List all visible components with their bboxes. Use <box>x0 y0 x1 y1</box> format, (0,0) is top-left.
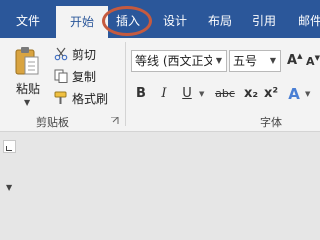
underline-button[interactable]: U <box>180 84 194 104</box>
underline-dropdown-icon[interactable]: ▼ <box>199 90 204 98</box>
bold-button[interactable]: B <box>134 84 148 104</box>
copy-button[interactable]: 复制 <box>54 66 96 86</box>
vertical-ruler-toggle-icon[interactable]: ▼ <box>6 183 12 192</box>
paste-dropdown-icon[interactable]: ▼ <box>24 98 30 107</box>
ribbon-tab-bar: 文件 开始 插入 设计 布局 引用 邮件 <box>0 0 320 38</box>
italic-button[interactable]: I <box>157 84 171 104</box>
strikethrough-button[interactable]: abc <box>212 84 238 104</box>
paste-icon[interactable] <box>14 45 40 81</box>
group-divider <box>125 42 126 126</box>
subscript-button[interactable]: x₂ <box>242 84 260 104</box>
clipboard-group-label: 剪贴板 <box>36 116 69 129</box>
tab-mailings[interactable]: 邮件 <box>290 0 320 38</box>
grow-font-button[interactable]: A▲ <box>287 51 302 71</box>
ribbon-home: 粘贴 ▼ 剪切 复制 格式刷 剪贴板 等线 (西文正文 ▼ 五号 ▼ A▲ A▼… <box>0 38 320 132</box>
cut-button[interactable]: 剪切 <box>54 44 96 64</box>
tab-references[interactable]: 引用 <box>244 0 284 38</box>
paste-button-label[interactable]: 粘贴 <box>16 80 40 97</box>
copy-label: 复制 <box>72 69 97 84</box>
format-painter-label: 格式刷 <box>72 91 109 106</box>
text-effects-dropdown-icon[interactable]: ▼ <box>305 90 310 98</box>
font-size-combobox[interactable]: 五号 ▼ <box>229 50 281 72</box>
text-effects-button[interactable]: A <box>286 84 302 104</box>
font-group-label: 字体 <box>260 116 282 129</box>
format-painter-icon <box>54 91 67 104</box>
tab-home[interactable]: 开始 <box>56 6 108 38</box>
tab-design[interactable]: 设计 <box>155 0 195 38</box>
font-size-value: 五号 <box>233 54 258 68</box>
superscript-button[interactable]: x² <box>262 84 280 104</box>
font-size-dropdown-icon[interactable]: ▼ <box>266 52 280 70</box>
font-name-combobox[interactable]: 等线 (西文正文 ▼ <box>131 50 227 72</box>
tab-layout[interactable]: 布局 <box>200 0 240 38</box>
font-name-dropdown-icon[interactable]: ▼ <box>212 52 226 70</box>
copy-icon <box>54 69 68 83</box>
dialog-launcher-icon[interactable] <box>111 117 119 125</box>
tab-file[interactable]: 文件 <box>0 0 56 38</box>
scissors-icon <box>54 47 68 61</box>
format-painter-button[interactable]: 格式刷 <box>54 88 108 108</box>
cut-label: 剪切 <box>72 47 97 62</box>
font-name-value: 等线 (西文正文 <box>135 54 216 68</box>
shrink-font-button[interactable]: A▼ <box>306 52 320 72</box>
left-tab-stop-icon <box>6 146 12 151</box>
highlight-circle <box>102 6 152 36</box>
